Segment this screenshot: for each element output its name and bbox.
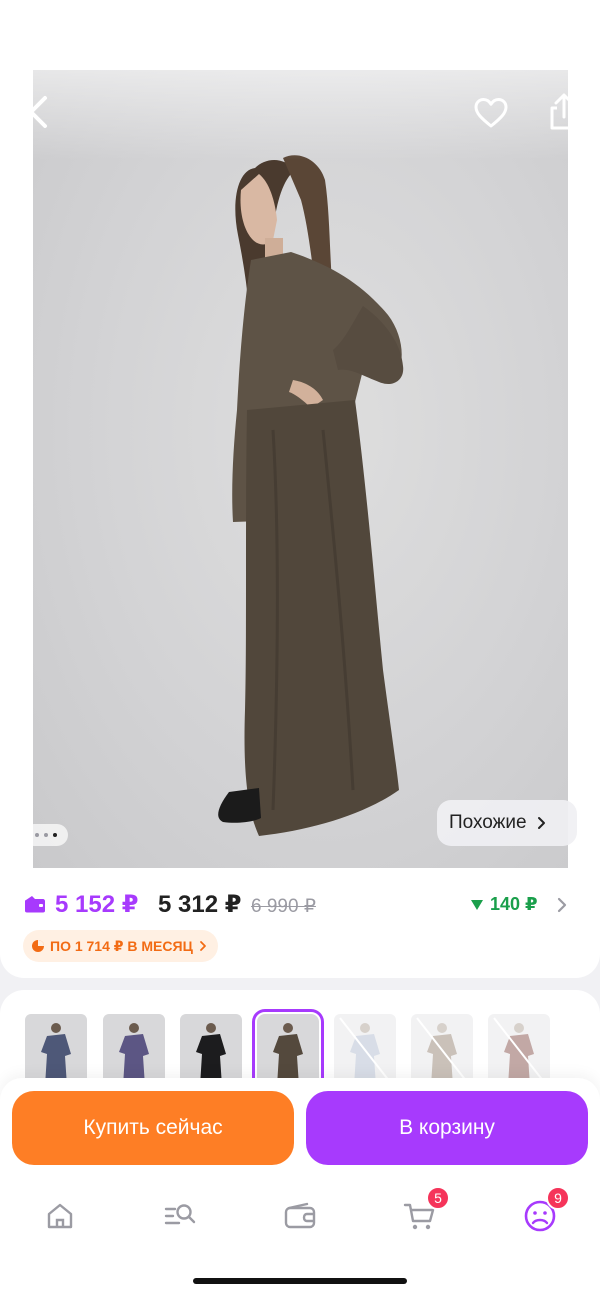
product-photo-illustration — [218, 155, 404, 836]
bottom-tab-bar: 5 9 — [0, 1178, 600, 1297]
heart-icon — [474, 98, 508, 128]
chevron-right-icon — [537, 817, 545, 829]
tab-catalog[interactable] — [156, 1194, 204, 1238]
chevron-left-icon — [29, 96, 47, 128]
tab-cart[interactable]: 5 — [396, 1186, 450, 1238]
tab-profile[interactable]: 9 — [516, 1186, 570, 1238]
status-bar — [0, 0, 600, 70]
pie-chart-icon — [32, 940, 44, 952]
similar-label: Похожие — [449, 812, 527, 833]
price-card: 5 152 ₽ 5 312 ₽ 6 990 ₽ 140 ₽ ПО 1 714 ₽… — [0, 868, 600, 978]
pagination-dot-active — [52, 833, 57, 837]
pagination-dot — [34, 833, 39, 837]
share-icon — [550, 93, 578, 130]
favorite-button[interactable] — [470, 92, 512, 134]
chevron-right-icon — [557, 897, 566, 912]
chevron-right-icon — [199, 941, 206, 951]
current-price: 5 312 ₽ — [158, 891, 242, 918]
product-photo[interactable] — [33, 70, 568, 870]
discount-info[interactable]: 140 ₽ — [470, 894, 570, 915]
profile-badge: 9 — [546, 1186, 570, 1210]
old-price: 6 990 ₽ — [251, 896, 316, 917]
wallet-price: 5 152 ₽ — [55, 891, 139, 918]
variant-thumbnail-light-blue-unavailable[interactable] — [334, 1014, 396, 1086]
home-icon — [47, 1203, 73, 1229]
variant-thumbnail-burgundy-unavailable[interactable] — [488, 1014, 550, 1086]
variant-image — [103, 1014, 165, 1086]
buy-now-button[interactable]: Купить сейчас — [12, 1091, 294, 1165]
share-button[interactable] — [543, 90, 585, 134]
pagination-dot — [43, 833, 48, 837]
home-indicator — [193, 1278, 407, 1284]
installment-text: ПО 1 714 ₽ В МЕСЯЦ — [50, 937, 193, 954]
variant-thumbnail-beige-unavailable[interactable] — [411, 1014, 473, 1086]
tab-wallet[interactable] — [276, 1194, 324, 1238]
add-to-cart-button[interactable]: В корзину — [306, 1091, 588, 1165]
triangle-down-icon — [471, 899, 483, 910]
variant-thumbnail-brown-selected[interactable] — [252, 1009, 324, 1091]
variant-image — [25, 1014, 87, 1086]
variant-image — [411, 1014, 473, 1086]
variant-image — [334, 1014, 396, 1086]
variant-image — [180, 1014, 242, 1086]
cart-badge: 5 — [426, 1186, 450, 1210]
back-button[interactable] — [18, 92, 58, 132]
catalog-search-icon — [164, 1204, 196, 1225]
variant-thumbnail-violet[interactable] — [103, 1014, 165, 1086]
discount-value: 140 ₽ — [490, 894, 538, 914]
similar-products-button[interactable]: Похожие — [437, 800, 577, 846]
variant-image — [257, 1014, 319, 1086]
variant-thumbnail-blue[interactable] — [25, 1014, 87, 1086]
wallet-icon — [284, 1202, 316, 1229]
variant-image — [488, 1014, 550, 1086]
wallet-icon — [25, 896, 45, 913]
product-gallery[interactable]: Похожие — [0, 70, 600, 870]
installment-badge[interactable]: ПО 1 714 ₽ В МЕСЯЦ — [23, 930, 218, 962]
tab-home[interactable] — [36, 1194, 84, 1238]
action-bar: Купить сейчас В корзину — [0, 1078, 600, 1178]
gallery-pagination — [23, 824, 68, 846]
variant-thumbnail-black[interactable] — [180, 1014, 242, 1086]
